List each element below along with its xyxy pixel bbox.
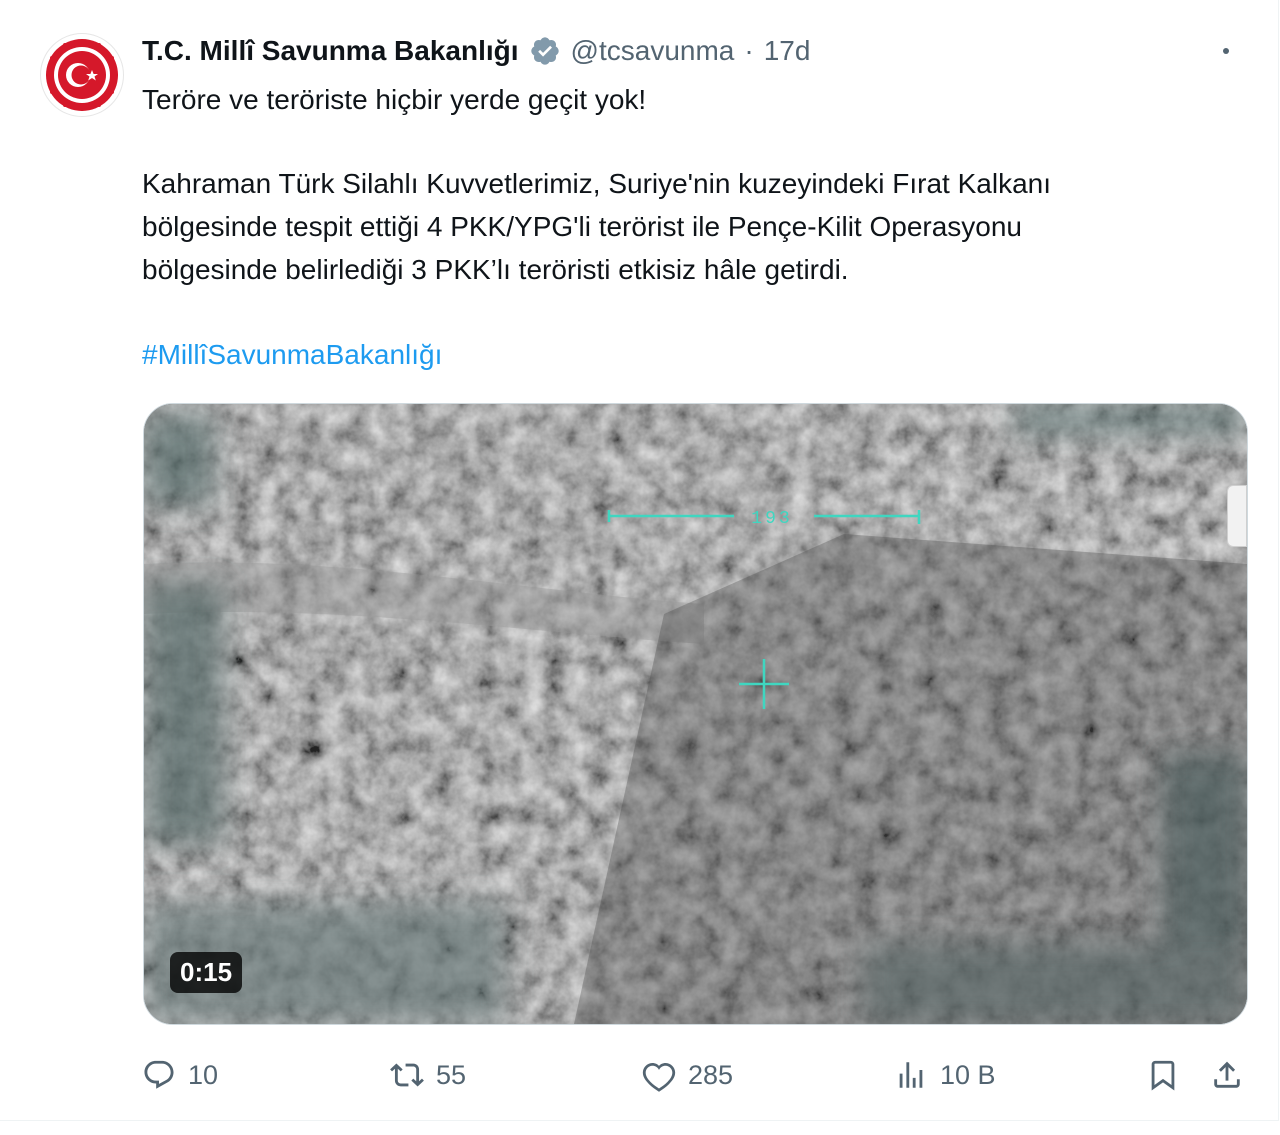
- bookmark-icon: [1151, 1060, 1175, 1091]
- hud-reading: 193: [751, 509, 792, 529]
- separator-dot: ·: [744, 35, 754, 66]
- repost-button[interactable]: 55: [390, 1052, 466, 1098]
- hashtag-link[interactable]: #MillîSavunmaBakanlığı: [142, 333, 442, 376]
- views-icon: [899, 1062, 923, 1088]
- tweet-text-line4: bölgesinde belirlediği 3 PKK’lı terörist…: [142, 254, 849, 285]
- video-frame-image: 193: [144, 404, 1247, 1024]
- display-name[interactable]: T.C. Millî Savunma Bakanlığı: [142, 35, 519, 67]
- reply-button[interactable]: 10: [142, 1052, 218, 1098]
- reply-icon: [144, 1060, 174, 1089]
- reply-count: 10: [188, 1059, 219, 1090]
- bookmark-button[interactable]: [1146, 1052, 1180, 1098]
- handle[interactable]: @tcsavunma: [571, 35, 735, 67]
- more-icon: [1223, 48, 1229, 54]
- more-button[interactable]: [1206, 36, 1246, 66]
- tweet-header: T.C. Millî Savunma Bakanlığı @tcsavunma …: [142, 30, 810, 72]
- video-duration-badge: 0:15: [170, 952, 243, 993]
- verified-badge-icon: [530, 37, 559, 65]
- like-button[interactable]: 285: [642, 1052, 733, 1098]
- ministry-emblem-icon: [46, 39, 118, 111]
- video-player[interactable]: 193 0:15: [143, 403, 1248, 1025]
- repost-icon: [390, 1063, 424, 1087]
- action-bar: 10 55 285 10 B: [0, 1052, 1280, 1098]
- like-count: 285: [688, 1059, 734, 1090]
- heart-icon: [642, 1062, 676, 1092]
- avatar[interactable]: [40, 33, 124, 117]
- views-count: 10 B: [940, 1059, 996, 1090]
- views-button[interactable]: 10 B: [894, 1052, 996, 1098]
- tweet-text-line3: bölgesinde tespit ettiği 4 PKK/YPG'li te…: [142, 211, 1023, 242]
- share-icon: [1214, 1061, 1240, 1088]
- tweet-text-line1: Teröre ve teröriste hiçbir yerde geçit y…: [142, 84, 647, 115]
- timestamp[interactable]: 17d: [764, 35, 811, 67]
- tweet-text-line2: Kahraman Türk Silahlı Kuvvetlerimiz, Sur…: [142, 168, 1051, 199]
- scroll-handle[interactable]: [1227, 485, 1247, 547]
- repost-count: 55: [436, 1059, 467, 1090]
- share-button[interactable]: [1210, 1052, 1244, 1098]
